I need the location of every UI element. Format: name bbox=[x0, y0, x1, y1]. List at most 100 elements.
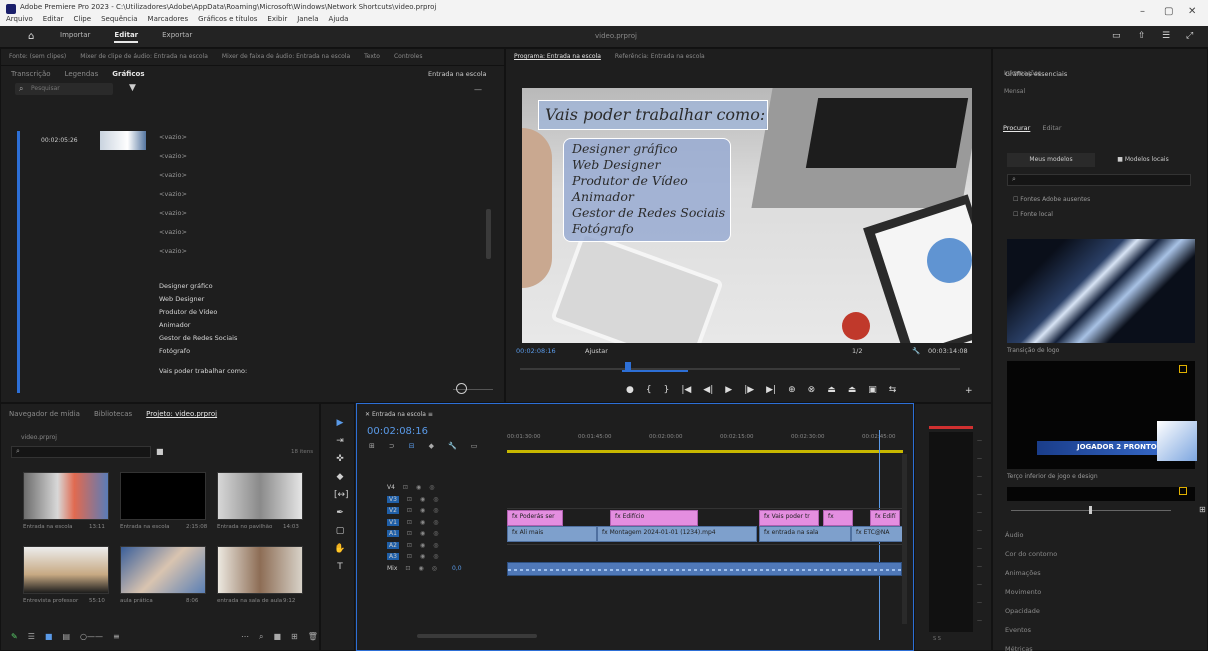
add-marker-icon[interactable]: ◆ bbox=[429, 442, 434, 450]
property-item[interactable]: Eventos bbox=[1005, 626, 1031, 634]
menu-item-1[interactable]: Editar bbox=[43, 15, 64, 23]
compare-icon[interactable]: ⇆ bbox=[889, 385, 897, 395]
ripple-edit-tool-icon[interactable]: ✜ bbox=[334, 454, 346, 466]
menu-item-2[interactable]: Clipe bbox=[74, 15, 92, 23]
quick-export-icon[interactable]: ⇧ bbox=[1138, 31, 1146, 41]
text-layer-item[interactable]: Animador bbox=[159, 321, 190, 329]
captions-icon[interactable]: ▭ bbox=[471, 442, 478, 450]
project-thumbnail[interactable] bbox=[217, 472, 303, 520]
template-thumbnail-lower-third[interactable]: JOGADOR 2 PRONTO! bbox=[1007, 361, 1197, 469]
nest-icon[interactable]: ⊞ bbox=[369, 442, 375, 450]
project-tab-1[interactable]: Bibliotecas bbox=[94, 410, 132, 418]
mark-in-icon[interactable]: { bbox=[646, 385, 652, 395]
slip-tool-icon[interactable]: [↔] bbox=[334, 490, 349, 502]
lock-icon[interactable]: ⊡ bbox=[403, 484, 408, 491]
export-frame-icon[interactable]: ▣ bbox=[868, 385, 877, 395]
track-header-v4[interactable]: V4 ⊡ ◉ ◎ bbox=[387, 484, 434, 491]
source-tab-2[interactable]: Mixer de faixa de áudio: Entrada na esco… bbox=[222, 53, 350, 60]
fullscreen-icon[interactable]: ⤢ bbox=[1186, 31, 1193, 41]
lock-icon[interactable]: ⊡ bbox=[407, 530, 412, 537]
list-view-icon[interactable]: ☰ bbox=[28, 632, 35, 641]
blank-layer-item[interactable]: <vazio> bbox=[159, 152, 187, 160]
track-label[interactable]: A3 bbox=[387, 553, 399, 560]
find-icon[interactable]: ⌕ bbox=[259, 632, 263, 642]
home-icon[interactable]: ⌂ bbox=[28, 31, 34, 42]
project-tab-2[interactable]: Projeto: video.prproj bbox=[146, 410, 217, 418]
blank-layer-item[interactable]: <vazio> bbox=[159, 190, 187, 198]
checkbox-adobe-fonts[interactable]: ☐ Fontes Adobe ausentes bbox=[1013, 196, 1090, 203]
linked-selection-icon[interactable]: ⊟ bbox=[409, 442, 415, 450]
workspaces-icon[interactable]: ▭ bbox=[1112, 31, 1121, 41]
freeform-view-icon[interactable]: ▤ bbox=[62, 632, 70, 641]
clip-v2[interactable]: fx bbox=[823, 510, 853, 526]
project-thumbnail[interactable] bbox=[120, 546, 206, 594]
toggle-track-icon[interactable]: ◉ bbox=[420, 507, 425, 514]
go-to-in-icon[interactable]: |◀ bbox=[681, 385, 691, 395]
maximize-icon[interactable]: ▢ bbox=[1164, 6, 1173, 17]
graphics-sub-tab-1[interactable]: Legendas bbox=[65, 70, 99, 78]
workspace-tab-1[interactable]: Editar bbox=[114, 31, 139, 43]
eye-icon[interactable]: ◎ bbox=[432, 565, 437, 572]
zoom-slider[interactable]: ○—— bbox=[80, 632, 103, 641]
workspace-tab-0[interactable]: Importar bbox=[60, 31, 90, 43]
menu-item-5[interactable]: Gráficos e títulos bbox=[198, 15, 257, 23]
play-icon[interactable]: ▶ bbox=[725, 385, 732, 395]
source-tab-3[interactable]: Texto bbox=[364, 53, 380, 60]
track-label[interactable]: V3 bbox=[387, 495, 399, 503]
source-tab-0[interactable]: Fonte: (sem clipes) bbox=[9, 53, 66, 60]
wrench-icon[interactable]: 🔧 bbox=[912, 347, 920, 355]
property-item[interactable]: Movimento bbox=[1005, 588, 1041, 596]
filter-icon[interactable]: ▼ bbox=[129, 83, 136, 93]
menu-item-0[interactable]: Arquivo bbox=[6, 15, 33, 23]
layer-main-text[interactable]: Vais poder trabalhar como: bbox=[159, 367, 247, 375]
new-bin-icon[interactable]: ■ bbox=[156, 447, 164, 456]
graphics-sub-tab-2[interactable]: Gráficos bbox=[112, 70, 144, 78]
clip-v1[interactable]: fx entrada na sala bbox=[759, 526, 851, 542]
track-header-a1[interactable]: A1 ⊡ ◉ ◎ bbox=[387, 530, 438, 537]
menu-item-3[interactable]: Sequência bbox=[101, 15, 137, 23]
eye-icon[interactable]: ◎ bbox=[433, 530, 438, 537]
track-header-mix[interactable]: Mix ⊡ ◉ ◎ bbox=[387, 565, 437, 572]
track-header-v2[interactable]: V2 ⊡ ◉ ◎ bbox=[387, 507, 438, 514]
clip-v2[interactable]: fx Poderás ser bbox=[507, 510, 563, 526]
eye-icon[interactable]: ◎ bbox=[433, 542, 438, 549]
template-thumbnail-logo[interactable] bbox=[1007, 239, 1195, 343]
eye-icon[interactable]: ◎ bbox=[433, 507, 438, 514]
blank-layer-item[interactable]: <vazio> bbox=[159, 247, 187, 255]
track-label[interactable]: V1 bbox=[387, 518, 399, 526]
track-header-v3[interactable]: V3 ⊡ ◉ ◎ bbox=[387, 495, 438, 503]
insert-icon[interactable]: ⊕ bbox=[788, 385, 796, 395]
clip-v2[interactable]: fx Edifí bbox=[870, 510, 900, 526]
toggle-track-icon[interactable]: ◉ bbox=[418, 565, 423, 572]
track-header-v1[interactable]: V1 ⊡ ◉ ◎ bbox=[387, 518, 438, 526]
toggle-track-icon[interactable]: ◉ bbox=[420, 530, 425, 537]
monitor-scrubber[interactable] bbox=[520, 368, 960, 370]
lock-icon[interactable]: ⊡ bbox=[407, 519, 412, 526]
eye-icon[interactable]: ◎ bbox=[433, 519, 438, 526]
snap-icon[interactable]: ⊃ bbox=[389, 442, 395, 450]
item-thumbnail[interactable] bbox=[100, 131, 146, 150]
razor-tool-icon[interactable]: ◆ bbox=[334, 472, 346, 484]
panel-menu-icon[interactable]: — bbox=[474, 85, 482, 94]
menu-item-6[interactable]: Exibir bbox=[267, 15, 287, 23]
templates-search-input[interactable]: ⌕ bbox=[1007, 174, 1191, 186]
trash-icon[interactable]: 🗑 bbox=[308, 632, 318, 642]
my-templates-button[interactable]: Meus modelos bbox=[1007, 153, 1095, 167]
property-item[interactable]: Áudio bbox=[1005, 531, 1023, 539]
playhead-marker[interactable] bbox=[625, 362, 631, 370]
pencil-icon[interactable]: ✎ bbox=[11, 632, 18, 641]
track-label[interactable]: Mix bbox=[387, 565, 397, 572]
eg-tab-0[interactable]: Procurar bbox=[1003, 124, 1030, 132]
clip-v1[interactable]: fx Ali mais bbox=[507, 526, 597, 542]
scrollbar[interactable] bbox=[486, 209, 491, 259]
lift-icon[interactable]: ⏏ bbox=[827, 385, 836, 395]
blank-layer-item[interactable]: <vazio> bbox=[159, 171, 187, 179]
project-thumbnail[interactable] bbox=[217, 546, 303, 594]
sort-icon[interactable]: ≡ bbox=[113, 632, 120, 641]
clip-v2[interactable]: fx Vais poder tr bbox=[759, 510, 819, 526]
marker-icon[interactable]: ● bbox=[626, 385, 634, 395]
eye-icon[interactable]: ◎ bbox=[433, 553, 438, 560]
text-layer-item[interactable]: Designer gráfico bbox=[159, 282, 213, 290]
zoom-slider-handle[interactable] bbox=[456, 383, 467, 394]
minimize-icon[interactable]: – bbox=[1140, 6, 1145, 17]
